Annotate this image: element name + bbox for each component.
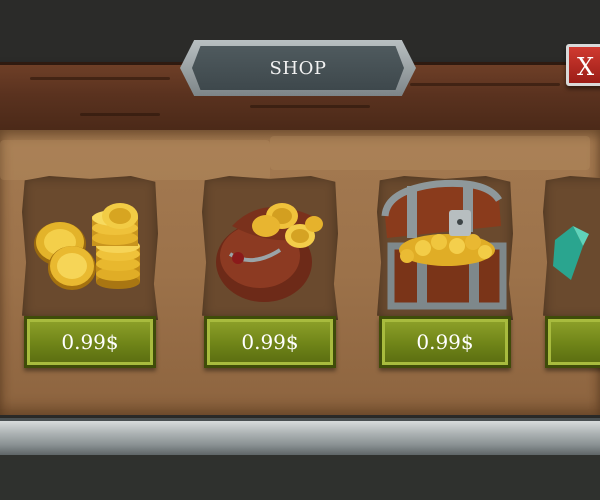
buy-button[interactable]: 0.99$ <box>24 316 156 368</box>
shop-item-gem <box>543 176 600 372</box>
shop-item-coin-bag: 0.99$ <box>202 176 338 372</box>
buy-button[interactable] <box>545 316 600 368</box>
stone-frame-bottom <box>0 418 600 458</box>
coin-bag-icon <box>216 203 323 302</box>
coin-stack-icon <box>34 203 140 290</box>
treasure-chest-icon <box>381 179 507 310</box>
bottom-bar <box>0 455 600 500</box>
buy-button[interactable]: 0.99$ <box>204 316 336 368</box>
shop-item-treasure-chest: 0.99$ <box>377 176 513 372</box>
page-title: SHOP <box>192 46 404 90</box>
shop-item-coin-stack: 0.99$ <box>22 176 158 372</box>
buy-button[interactable]: 0.99$ <box>379 316 511 368</box>
shop-screen: SHOP X 0.99$ 0.99$ 0.99$ <box>0 0 600 500</box>
close-button[interactable]: X <box>566 44 600 86</box>
gem-icon <box>553 226 589 280</box>
